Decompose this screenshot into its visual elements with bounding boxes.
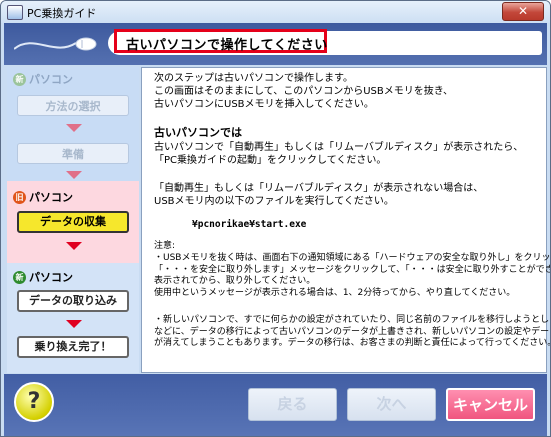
- note-data-overwrite: ・新しいパソコンで、すでに何らかの設定がされていたり、同じ名前のファイルを移行し…: [154, 315, 551, 348]
- back-button[interactable]: 戻る: [248, 388, 337, 421]
- new-pc-section-1: 新 パソコン 方法の選択 準備: [7, 67, 139, 181]
- sub-heading: 古いパソコンでは: [154, 126, 242, 139]
- new-pc-label: パソコン: [29, 271, 73, 284]
- title-bar: PC乗換ガイド ✕: [1, 1, 550, 23]
- manual-run-instruction: 「自動再生」もしくは「リムーバブルディスク」が表示されない場合は、 USBメモリ…: [154, 183, 484, 207]
- step-data-collection: データの収集: [17, 211, 129, 233]
- note-title: 注意:: [154, 241, 176, 251]
- next-button[interactable]: 次へ: [347, 388, 436, 421]
- autoplay-instruction: 古いパソコンで「自動再生」もしくは「リムーバブルディスク」が表示されたら、 「P…: [154, 142, 524, 166]
- step-arrow-icon: [66, 124, 82, 132]
- new-pc-section-2: 新 パソコン データの取り込み 乗り換え完了！: [7, 263, 139, 373]
- cancel-button[interactable]: キャンセル: [446, 388, 535, 421]
- progress-sidebar: 新 パソコン 方法の選択 準備 旧 パソコン データの収集 新 パソコン データ…: [7, 67, 139, 373]
- header-banner: 古いパソコンで操作してください: [4, 23, 547, 65]
- instruction-panel: 次のステップは古いパソコンで操作します。 この画面はそのままにして、このパソコン…: [141, 67, 550, 373]
- new-pc-label: パソコン: [29, 73, 73, 86]
- window-title: PC乗換ガイド: [27, 7, 97, 20]
- help-button[interactable]: ?: [14, 382, 54, 422]
- step-arrow-icon: [66, 171, 82, 179]
- old-pc-section: 旧 パソコン データの収集: [7, 181, 139, 263]
- pc-transfer-guide-window: PC乗換ガイド ✕ 古いパソコンで操作してください 新 パソコン 方法の選択 準…: [0, 0, 551, 437]
- close-button[interactable]: ✕: [502, 2, 544, 21]
- start-exe-path: ¥pcnorikae¥start.exe: [192, 219, 307, 230]
- step-arrow-icon: [66, 320, 82, 328]
- app-icon: [7, 5, 23, 20]
- step-data-import: データの取り込み: [17, 290, 129, 312]
- new-pc-header-2: 新 パソコン: [13, 269, 73, 285]
- page-heading: 古いパソコンで操作してください: [126, 38, 328, 53]
- step-transfer-complete: 乗り換え完了！: [17, 336, 129, 358]
- new-badge-icon: 新: [13, 270, 26, 284]
- mouse-cable-icon: [14, 37, 97, 51]
- old-pc-header: 旧 パソコン: [13, 189, 73, 205]
- new-badge-icon: 新: [13, 72, 26, 86]
- note-usb-removal: ・USBメモリを抜く時は、画面右下の通知領域にある「ハードウェアの安全な取り外し…: [154, 253, 551, 298]
- intro-text: 次のステップは古いパソコンで操作します。 この画面はそのままにして、このパソコン…: [154, 73, 454, 110]
- step-method-selection: 方法の選択: [17, 95, 129, 116]
- old-badge-icon: 旧: [13, 190, 26, 204]
- footer-bar: ? 戻る 次へ キャンセル: [4, 374, 547, 436]
- new-pc-header-1: 新 パソコン: [13, 71, 73, 87]
- old-pc-label: パソコン: [29, 191, 73, 204]
- step-arrow-icon: [66, 242, 82, 250]
- step-preparation: 準備: [17, 143, 129, 164]
